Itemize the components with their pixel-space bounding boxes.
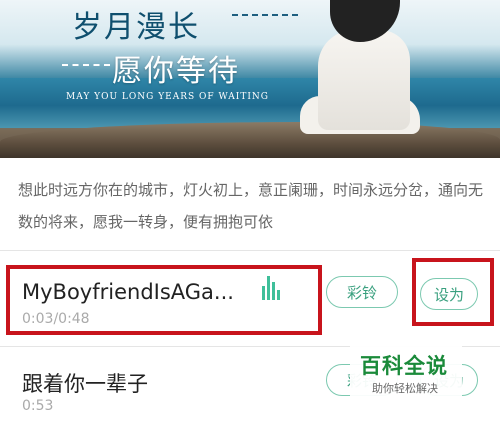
banner-title-line2: 愿你等待 (112, 54, 240, 89)
watermark-main-text: 百科全说 (360, 354, 448, 378)
watermark-sub-text: 助你轻松解决 (372, 382, 438, 395)
watermark-logo: 百科全说 助你轻松解决 (350, 344, 462, 402)
girl-figure (318, 30, 410, 130)
song-time: 0:53 (22, 398, 54, 414)
banner-title-line1: 岁月漫长 (72, 10, 200, 45)
banner-dash-decoration (232, 14, 298, 28)
sea-scene (0, 78, 500, 128)
ringtone-description: 想此时远方你在的城市，灯火初上，意正阑珊，时间永远分岔，通向无数的将来，愿我一转… (18, 181, 484, 231)
highlight-box-set-as (412, 258, 494, 326)
highlight-box-song (6, 265, 322, 335)
banner-image: 岁月漫长 愿你等待 MAY YOU LONG YEARS OF WAITING (0, 0, 500, 158)
ringtone-button[interactable]: 彩铃 (326, 276, 398, 308)
banner-dash-decoration-left (62, 64, 110, 66)
song-title: 跟着你一辈子 (22, 372, 148, 396)
banner-subtitle: MAY YOU LONG YEARS OF WAITING (66, 92, 269, 102)
divider (0, 250, 500, 251)
